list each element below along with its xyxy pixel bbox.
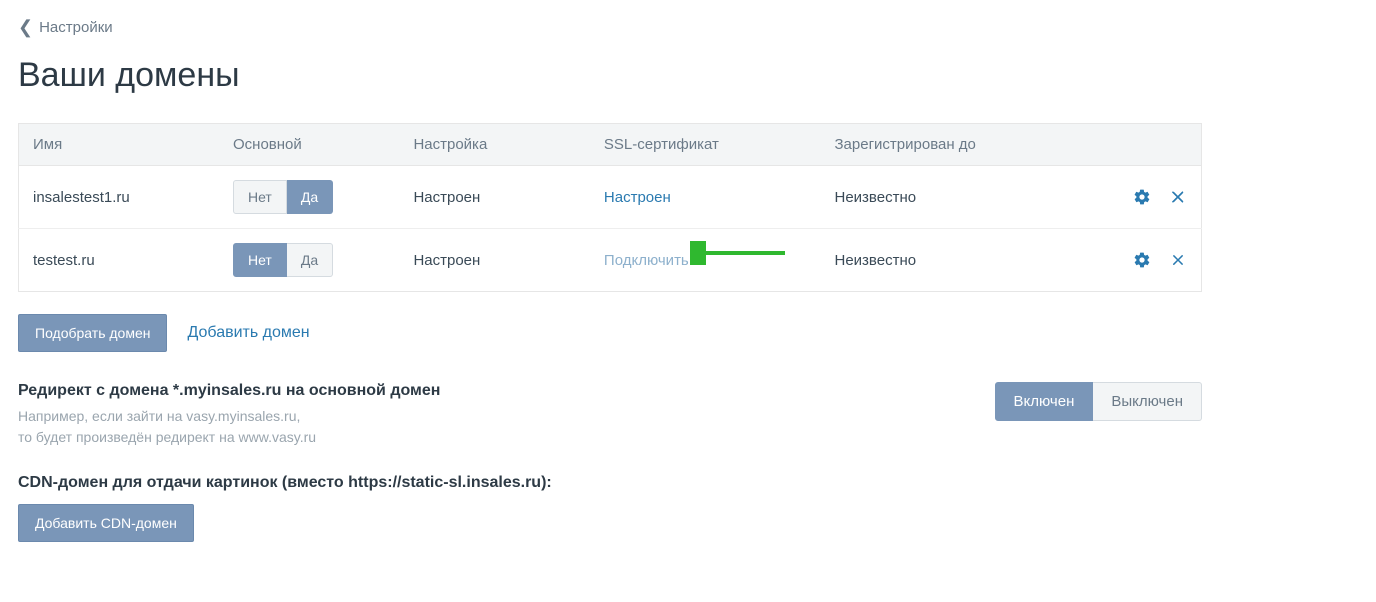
redirect-help-line: Например, если зайти на vasy.myinsales.r…: [18, 406, 440, 427]
cdn-label: CDN-домен для отдачи картинок (вместо ht…: [18, 474, 1358, 492]
th-name: Имя: [19, 124, 220, 166]
gear-icon[interactable]: [1133, 188, 1151, 206]
close-icon[interactable]: [1169, 251, 1187, 269]
redirect-label: Редирект с домена *.myinsales.ru на осно…: [18, 382, 440, 400]
registered-until: Неизвестно: [821, 166, 1102, 229]
th-setup: Настройка: [399, 124, 589, 166]
redirect-setting: Редирект с домена *.myinsales.ru на осно…: [18, 382, 1202, 448]
main-toggle: Нет Да: [233, 180, 333, 214]
main-toggle: Нет Да: [233, 243, 333, 277]
setup-status: Настроен: [399, 229, 589, 292]
breadcrumb-label: Настройки: [39, 19, 113, 36]
ssl-connect-link[interactable]: Подключить: [604, 252, 689, 269]
redirect-toggle: Включен Выключен: [995, 382, 1203, 421]
ssl-status-link[interactable]: Настроен: [604, 189, 671, 206]
th-main: Основной: [219, 124, 399, 166]
redirect-help-line: то будет произведён редирект на www.vasy…: [18, 427, 440, 448]
toggle-no[interactable]: Нет: [233, 243, 287, 277]
redirect-off[interactable]: Выключен: [1093, 382, 1202, 421]
redirect-on[interactable]: Включен: [995, 382, 1094, 421]
th-actions: [1101, 124, 1201, 166]
th-ssl: SSL-сертификат: [590, 124, 821, 166]
arrow-annotation-icon: [690, 241, 790, 265]
close-icon[interactable]: [1169, 188, 1187, 206]
th-registered: Зарегистрирован до: [821, 124, 1102, 166]
setup-status: Настроен: [399, 166, 589, 229]
table-row: insalestest1.ru Нет Да Настроен Настроен…: [19, 166, 1202, 229]
actions-row: Подобрать домен Добавить домен: [18, 314, 1358, 352]
domain-name: testest.ru: [19, 229, 220, 292]
gear-icon[interactable]: [1133, 251, 1151, 269]
breadcrumb[interactable]: ❮ Настройки: [18, 18, 1358, 36]
registered-until: Неизвестно: [821, 229, 1102, 292]
domains-table: Имя Основной Настройка SSL-сертификат За…: [18, 123, 1202, 292]
redirect-help: Например, если зайти на vasy.myinsales.r…: [18, 406, 440, 448]
toggle-yes[interactable]: Да: [287, 243, 333, 277]
add-domain-link[interactable]: Добавить домен: [187, 324, 309, 342]
page-title: Ваши домены: [18, 56, 1358, 95]
toggle-yes[interactable]: Да: [287, 180, 333, 214]
cdn-section: CDN-домен для отдачи картинок (вместо ht…: [18, 474, 1358, 542]
pick-domain-button[interactable]: Подобрать домен: [18, 314, 167, 352]
chevron-left-icon: ❮: [18, 18, 33, 36]
table-row: testest.ru Нет Да Настроен Подключить: [19, 229, 1202, 292]
add-cdn-domain-button[interactable]: Добавить CDN-домен: [18, 504, 194, 542]
toggle-no[interactable]: Нет: [233, 180, 287, 214]
domain-name: insalestest1.ru: [19, 166, 220, 229]
